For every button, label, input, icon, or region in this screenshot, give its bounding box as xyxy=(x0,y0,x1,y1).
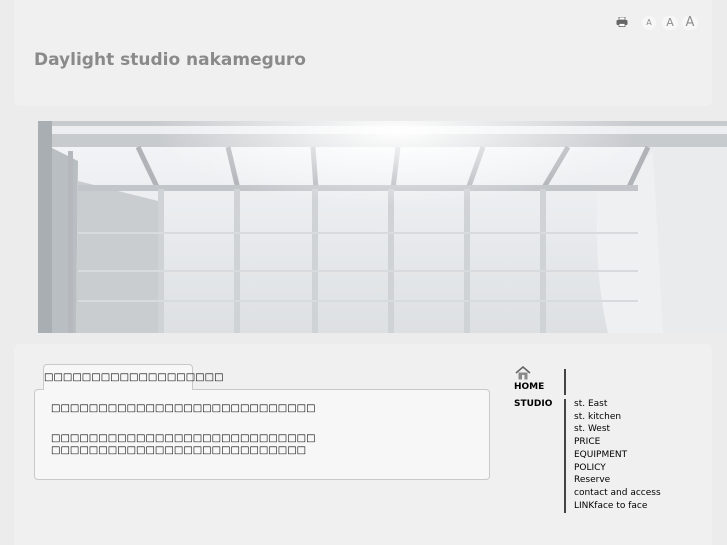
nav-item-link[interactable]: LINKface to face xyxy=(574,500,661,513)
house-icon[interactable] xyxy=(515,366,531,380)
nav-item-reserve[interactable]: Reserve xyxy=(574,474,661,487)
site-title[interactable]: Daylight studio nakameguro xyxy=(34,50,306,70)
font-size-small-button[interactable]: A xyxy=(642,16,656,30)
paragraph-1: □□□□□□□□□□□□□□□□□□□□□□□□□□□□ xyxy=(51,403,316,414)
printer-icon[interactable] xyxy=(616,17,628,27)
hero-image xyxy=(38,121,727,333)
nav-item-st-west[interactable]: st. West xyxy=(574,423,661,436)
font-size-medium-button[interactable]: A xyxy=(662,16,678,30)
nav-studio[interactable]: STUDIO xyxy=(514,399,552,409)
nav-item-st-east[interactable]: st. East xyxy=(574,398,661,411)
paragraph-2: □□□□□□□□□□□□□□□□□□□□□□□□□□□□ □□□□□□□□□□□… xyxy=(51,433,316,457)
nav-divider xyxy=(564,369,566,395)
paragraph-2-line-1: □□□□□□□□□□□□□□□□□□□□□□□□□□□□ xyxy=(51,433,316,444)
studio-photo xyxy=(38,121,727,333)
nav-home[interactable]: HOME xyxy=(514,382,544,392)
nav-item-equipment[interactable]: EQUIPMENT xyxy=(574,449,661,462)
nav-item-policy[interactable]: POLICY xyxy=(574,462,661,475)
content-box: □□□□□□□□□□□□□□□□□□□□□□□□□□□□ □□□□□□□□□□□… xyxy=(34,389,490,480)
font-size-large-button[interactable]: A xyxy=(682,16,698,30)
tab-main[interactable]: □□□□□□□□□□□□□□□□□□□ xyxy=(43,364,224,390)
nav-item-contact-access[interactable]: contact and access xyxy=(574,487,661,500)
nav-divider xyxy=(564,399,566,513)
nav-item-price[interactable]: PRICE xyxy=(574,436,661,449)
paragraph-2-line-2: □□□□□□□□□□□□□□□□□□□□□□□□□□□ xyxy=(51,445,307,456)
studio-submenu: st. East st. kitchen st. West PRICE EQUI… xyxy=(574,398,661,512)
nav-item-st-kitchen[interactable]: st. kitchen xyxy=(574,411,661,424)
